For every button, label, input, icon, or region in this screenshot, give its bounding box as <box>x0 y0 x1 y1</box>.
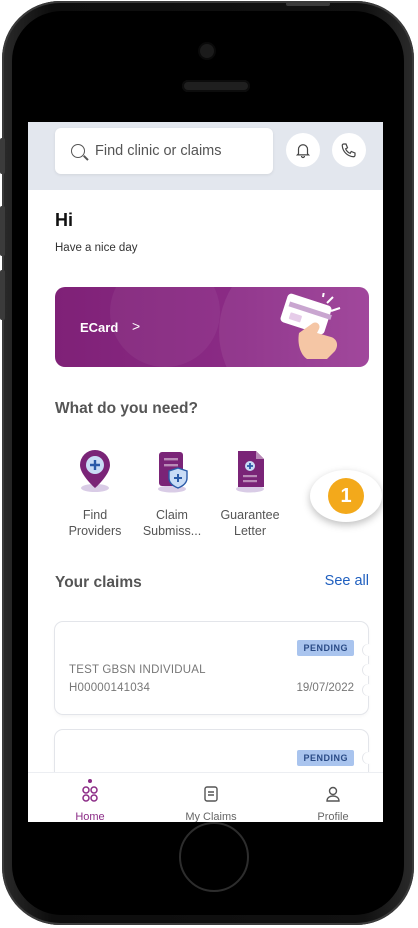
profile-icon <box>326 786 340 802</box>
home-grid-icon <box>82 786 98 802</box>
service-label: Letter <box>234 524 266 538</box>
greeting-title: Hi <box>55 210 73 230</box>
nav-label: Home <box>75 811 105 822</box>
card-edge-decoration <box>362 684 374 696</box>
nav-label: My Claims <box>185 811 237 822</box>
nav-my-claims[interactable]: My Claims <box>166 779 256 822</box>
notification-button[interactable] <box>286 133 320 167</box>
chevron-right-icon: > <box>132 318 141 334</box>
volume-up-button <box>0 206 5 256</box>
service-find-providers[interactable]: Find Providers <box>55 446 135 539</box>
power-button <box>286 2 330 6</box>
card-edge-decoration <box>362 752 374 764</box>
service-guarantee-letter[interactable]: Guarantee Letter <box>210 446 290 539</box>
nav-label: Profile <box>317 811 349 822</box>
service-claim-submission[interactable]: Claim Submiss... <box>132 446 212 539</box>
status-badge: PENDING <box>297 750 354 766</box>
card-edge-decoration <box>362 664 374 676</box>
search-icon <box>71 144 85 158</box>
services-title: What do you need? <box>55 400 198 417</box>
find-providers-icon <box>80 450 110 492</box>
claim-date: 19/07/2022 <box>296 682 354 694</box>
front-camera <box>200 44 214 58</box>
active-indicator <box>88 779 92 783</box>
claims-title: Your claims <box>55 574 142 591</box>
service-label: Submiss... <box>142 524 202 538</box>
guarantee-letter-icon <box>236 451 264 493</box>
call-button[interactable] <box>332 133 366 167</box>
status-badge: PENDING <box>297 640 354 656</box>
earpiece-speaker <box>182 80 250 92</box>
card-tap-illustration <box>280 293 341 359</box>
greeting-subtitle: Have a nice day <box>55 242 138 254</box>
phone-icon <box>341 143 356 158</box>
claim-id: H00000141034 <box>69 682 151 694</box>
card-edge-decoration <box>362 644 374 656</box>
search-bar[interactable]: Find clinic or claims <box>55 128 273 174</box>
tutorial-step-marker[interactable]: 1 <box>310 470 382 522</box>
search-input[interactable]: Find clinic or claims <box>95 143 222 159</box>
home-button[interactable] <box>179 822 249 892</box>
claim-card[interactable]: PENDING TEST GBSN INDIVIDUAL H0000014103… <box>55 622 374 714</box>
service-label: Providers <box>68 524 122 538</box>
claims-doc-icon <box>204 786 218 802</box>
nav-profile[interactable]: Profile <box>288 779 378 822</box>
service-label: Find <box>82 508 108 522</box>
see-all-link[interactable]: See all <box>325 573 369 589</box>
ecard-banner[interactable]: ECard > <box>55 287 369 367</box>
claim-submission-icon <box>158 452 188 493</box>
service-label: Guarantee <box>220 508 280 522</box>
service-label: Claim <box>156 508 188 522</box>
volume-down-button <box>0 270 5 320</box>
bell-icon <box>295 144 311 159</box>
claim-member-name: TEST GBSN INDIVIDUAL <box>69 664 206 676</box>
mute-switch <box>0 138 5 174</box>
bottom-navigation: Home My Claims Profile <box>28 772 383 822</box>
banner-decoration <box>110 287 220 367</box>
ecard-label: ECard <box>80 320 119 335</box>
step-number: 1 <box>328 478 364 514</box>
nav-home[interactable]: Home <box>45 779 135 822</box>
